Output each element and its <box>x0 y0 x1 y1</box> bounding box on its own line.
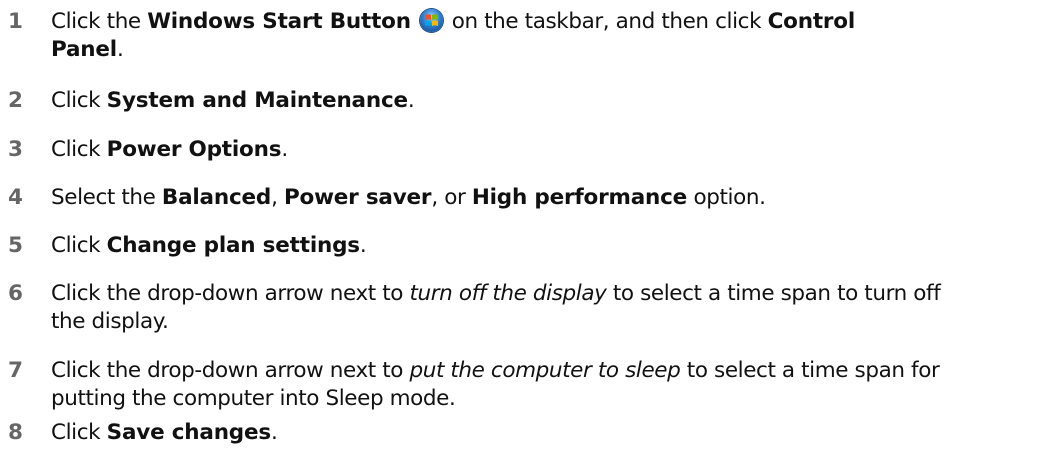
italic-term: turn off the display <box>409 281 607 306</box>
bold-term: System and Maintenance <box>106 88 408 113</box>
bold-term: Windows Start Button <box>147 9 411 34</box>
bold-term: Panel <box>51 37 117 62</box>
bold-term: Save changes <box>106 420 272 445</box>
text-run: Select the <box>51 185 162 210</box>
bold-term: Balanced <box>161 185 272 210</box>
text-run: . <box>270 420 278 445</box>
step-number: 5 <box>8 233 23 258</box>
text-run: option. <box>687 185 766 210</box>
step-text: Click the drop-down arrow next to turn o… <box>51 280 941 308</box>
step-text: Click Change plan settings. <box>51 232 367 260</box>
text-run: , or <box>431 185 472 210</box>
step-number: 4 <box>8 185 23 210</box>
text-run: to select a time span to turn off <box>606 281 941 306</box>
step-text: Select the Balanced, Power saver, or Hig… <box>51 184 766 212</box>
step-text: Click System and Maintenance. <box>51 87 415 115</box>
text-run: . <box>359 233 367 258</box>
instruction-steps: 1 Click the Windows Start Button on the … <box>0 0 1049 451</box>
step-text: Click Save changes. <box>51 419 278 447</box>
step-text: Click the drop-down arrow next to put th… <box>51 357 940 385</box>
step-number: 7 <box>8 358 23 383</box>
bold-term: Power saver <box>283 185 432 210</box>
bold-term: High performance <box>471 185 688 210</box>
text-run: Click the drop-down arrow next to <box>51 358 410 383</box>
bold-term: Change plan settings <box>106 233 360 258</box>
text-run: to select a time span for <box>680 358 940 383</box>
text-run: Click <box>51 137 107 162</box>
text-run: Click the drop-down arrow next to <box>51 281 410 306</box>
text-run: Click <box>51 420 107 445</box>
step-text-continued: Panel. <box>51 36 124 64</box>
step-text: Click the Windows Start Button on the ta… <box>51 8 855 36</box>
step-text: Click Power Options. <box>51 136 288 164</box>
step-number: 6 <box>8 281 23 306</box>
text-run: . <box>116 37 124 62</box>
text-run: . <box>407 88 415 113</box>
step-number: 3 <box>8 137 23 162</box>
step-text-continued: putting the computer into Sleep mode. <box>51 386 456 411</box>
bold-term: Control <box>767 9 856 34</box>
step-number: 8 <box>8 420 23 445</box>
italic-term: put the computer to sleep <box>409 358 681 383</box>
text-run: . <box>281 137 288 162</box>
step-text-continued: the display. <box>51 309 169 334</box>
windows-start-orb-icon <box>420 9 444 32</box>
text-run: on the taskbar, and then click <box>445 9 768 34</box>
text-run: Click the <box>51 9 148 34</box>
text-run: , <box>271 185 284 210</box>
step-number: 2 <box>8 88 23 113</box>
text-run: Click <box>51 233 107 258</box>
bold-term: Power Options <box>106 137 282 162</box>
step-number: 1 <box>8 9 23 34</box>
text-run: Click <box>51 88 107 113</box>
